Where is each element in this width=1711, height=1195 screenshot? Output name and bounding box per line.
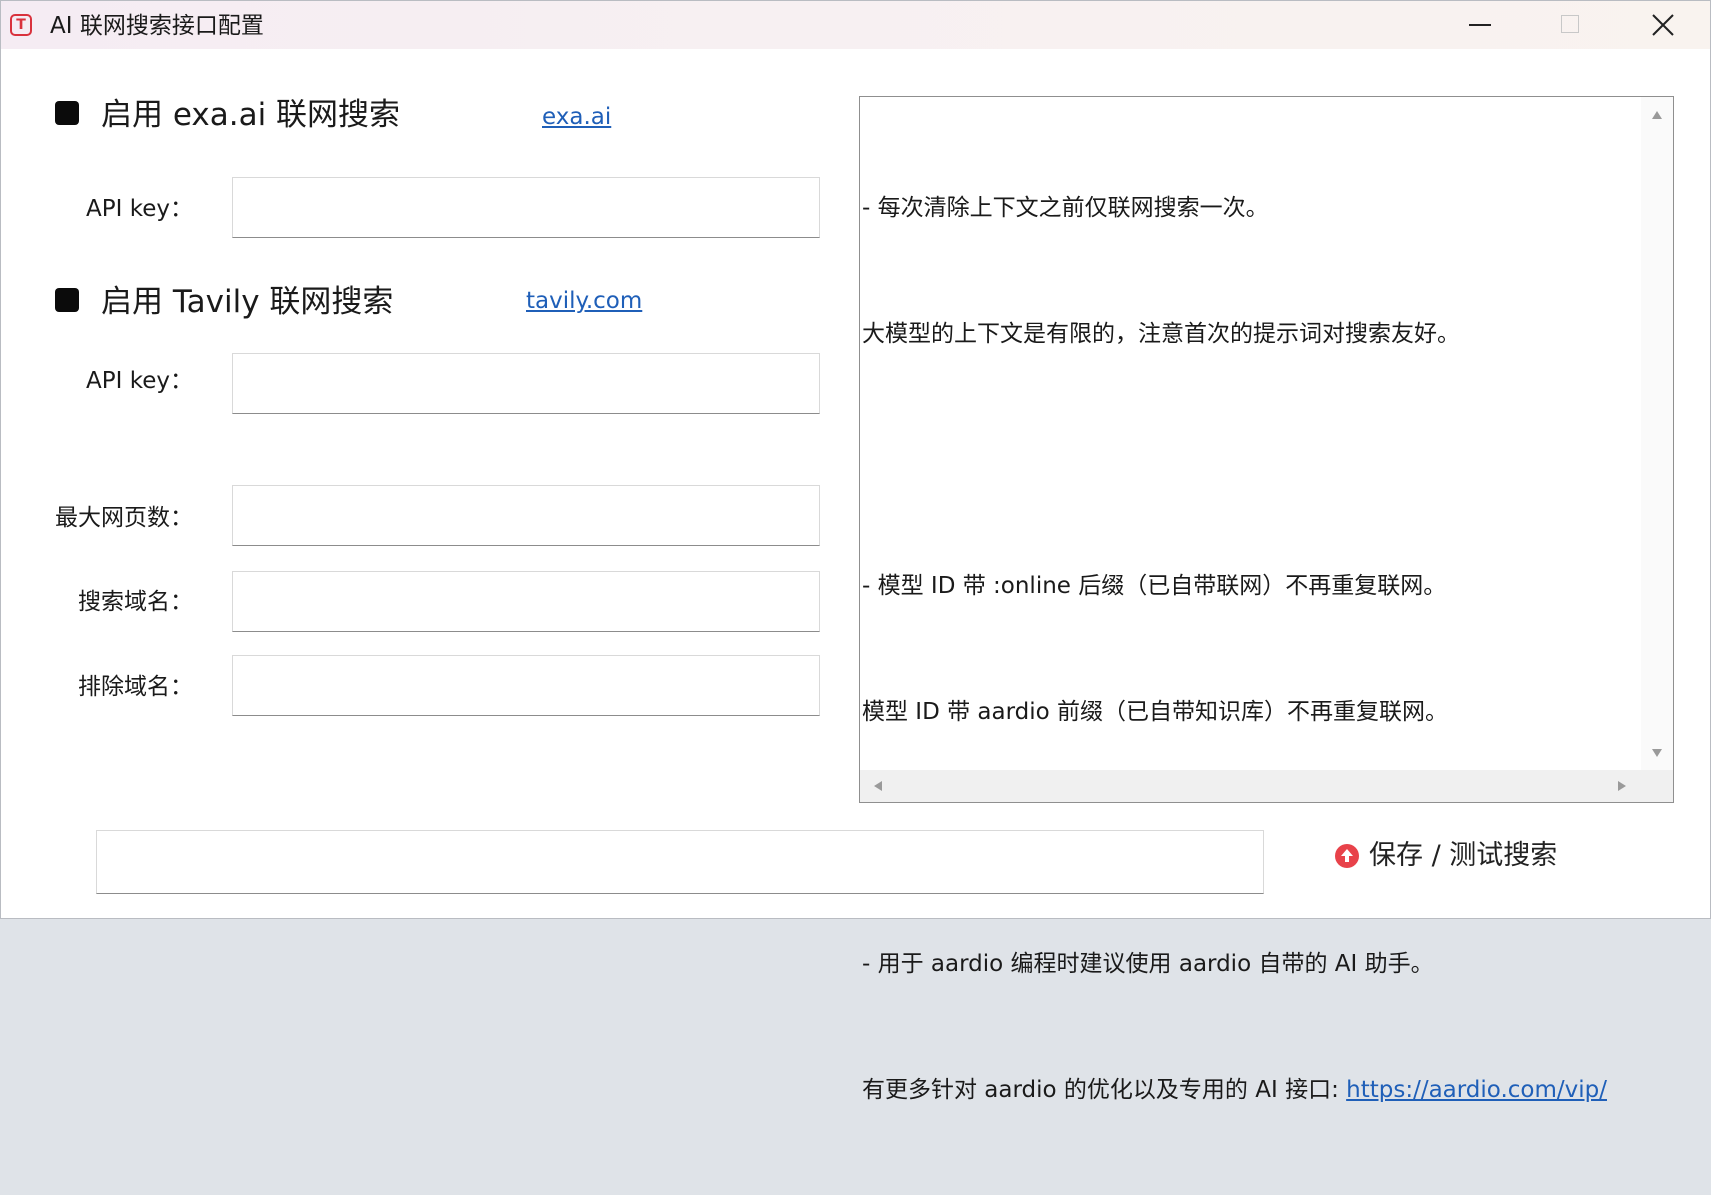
aardio-vip-link[interactable]: https://aardio.com/vip/ bbox=[1346, 1077, 1607, 1103]
tavily-link[interactable]: tavily.com bbox=[526, 287, 642, 315]
minimize-button[interactable] bbox=[1444, 1, 1516, 49]
info-line: - 每次清除上下文之前仅联网搜索一次。 bbox=[862, 195, 1269, 221]
save-test-label: 保存 / 测试搜索 bbox=[1369, 840, 1558, 871]
scroll-up-icon[interactable] bbox=[1652, 111, 1662, 119]
close-button[interactable] bbox=[1627, 1, 1699, 49]
info-text-box[interactable]: - 每次清除上下文之前仅联网搜索一次。 大模型的上下文是有限的，注意首次的提示词… bbox=[859, 96, 1674, 1103]
tavily-enable-label: 启用 Tavily 联网搜索 bbox=[101, 284, 394, 320]
max-pages-label: 最大网页数： bbox=[55, 505, 193, 531]
exclude-domains-label: 排除域名： bbox=[78, 674, 193, 700]
info-line: - 用于 aardio 编程时建议使用 aardio 自带的 AI 助手。 bbox=[862, 951, 1434, 977]
app-icon: T bbox=[10, 14, 32, 36]
title-bar: T AI 联网搜索接口配置 bbox=[1, 1, 1710, 49]
exclude-domains-input[interactable] bbox=[232, 655, 820, 716]
exa-api-key-input[interactable] bbox=[232, 177, 820, 238]
max-pages-input[interactable] bbox=[232, 485, 820, 546]
tavily-enable-checkbox[interactable] bbox=[55, 288, 79, 312]
exa-api-key-label: API key： bbox=[86, 196, 193, 222]
exa-link[interactable]: exa.ai bbox=[542, 103, 611, 131]
tavily-api-key-label: API key： bbox=[86, 368, 193, 394]
scroll-left-icon[interactable] bbox=[874, 781, 882, 791]
info-line: 模型 ID 带 aardio 前缀（已自带知识库）不再重复联网。 bbox=[862, 699, 1449, 725]
tavily-api-key-input[interactable] bbox=[232, 353, 820, 414]
info-line bbox=[862, 439, 1642, 481]
exa-enable-checkbox[interactable] bbox=[55, 101, 79, 125]
close-icon bbox=[1652, 14, 1674, 36]
scroll-right-icon[interactable] bbox=[1618, 781, 1626, 791]
include-domains-label: 搜索域名： bbox=[78, 589, 193, 615]
scroll-down-icon[interactable] bbox=[1652, 749, 1662, 757]
info-text: - 每次清除上下文之前仅联网搜索一次。 大模型的上下文是有限的，注意首次的提示词… bbox=[862, 103, 1642, 1195]
include-domains-input[interactable] bbox=[232, 571, 820, 632]
upload-arrow-icon bbox=[1335, 844, 1359, 868]
horizontal-scrollbar[interactable] bbox=[860, 770, 1673, 802]
info-line: - 模型 ID 带 :online 后缀（已自带联网）不再重复联网。 bbox=[862, 573, 1447, 599]
search-test-input[interactable] bbox=[96, 830, 1264, 894]
maximize-button[interactable] bbox=[1534, 1, 1606, 49]
info-line-prefix: 有更多针对 aardio 的优化以及专用的 AI 接口: bbox=[862, 1077, 1347, 1103]
save-test-button[interactable]: 保存 / 测试搜索 bbox=[1335, 836, 1557, 876]
info-line-last: 有更多针对 aardio 的优化以及专用的 AI 接口: https://aar… bbox=[862, 1069, 1642, 1111]
vertical-scrollbar[interactable] bbox=[1641, 97, 1673, 770]
info-line: 大模型的上下文是有限的，注意首次的提示词对搜索友好。 bbox=[862, 321, 1460, 347]
window-title: AI 联网搜索接口配置 bbox=[50, 13, 264, 39]
exa-enable-label: 启用 exa.ai 联网搜索 bbox=[101, 97, 401, 133]
config-window: T AI 联网搜索接口配置 启用 exa.ai 联网搜索 exa.ai API … bbox=[0, 0, 1711, 1103]
